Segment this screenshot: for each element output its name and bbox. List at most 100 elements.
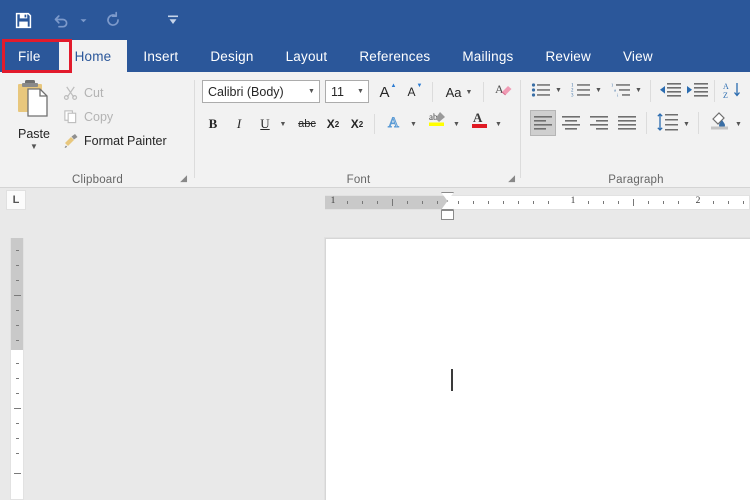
change-case-button[interactable]: Aa ▼ <box>440 80 478 104</box>
strikethrough-button[interactable]: abc <box>294 112 320 136</box>
ribbon-tab-strip: File Home Insert Design Layout Reference… <box>0 40 750 72</box>
cut-label: Cut <box>84 85 104 100</box>
svg-text:A: A <box>495 82 504 96</box>
font-size-combobox[interactable]: 11 ▼ <box>325 80 369 103</box>
svg-text:1: 1 <box>611 83 613 88</box>
font-name-combobox[interactable]: Calibri (Body) ▼ <box>202 80 320 103</box>
tab-layout[interactable]: Layout <box>270 40 344 72</box>
horizontal-ruler[interactable]: 1 1 2 <box>325 195 750 210</box>
grow-font-button[interactable]: A ▲ <box>376 80 400 104</box>
paste-icon <box>14 78 54 125</box>
font-color-icon: A <box>472 110 487 128</box>
align-left-icon <box>534 116 552 130</box>
subscript-button[interactable]: X2 <box>322 112 344 136</box>
justify-button[interactable] <box>614 110 640 136</box>
multilevel-list-button[interactable]: 1 a i <box>610 78 632 102</box>
tab-references[interactable]: References <box>343 40 446 72</box>
superscript-icon: X <box>350 117 359 131</box>
numbering-button[interactable]: 1 2 3 <box>570 78 592 102</box>
text-effects-icon: A <box>388 115 400 132</box>
ruler-left-margin <box>325 196 447 209</box>
italic-button[interactable]: I <box>228 112 250 136</box>
clear-formatting-button[interactable]: A <box>490 78 516 102</box>
tab-design[interactable]: Design <box>194 40 269 72</box>
underline-chevron-down-icon[interactable]: ▼ <box>276 112 290 136</box>
ruler-bar: L 1 1 2 <box>0 188 750 230</box>
format-painter-icon <box>62 132 79 149</box>
align-left-button[interactable] <box>530 110 556 136</box>
change-case-chevron-down-icon[interactable]: ▼ <box>465 89 472 96</box>
numbering-chevron-down-icon[interactable]: ▼ <box>592 78 605 102</box>
paste-button[interactable]: Paste ▼ <box>8 78 60 164</box>
text-effects-chevron-down-icon[interactable]: ▼ <box>407 112 420 136</box>
text-cursor <box>451 369 453 391</box>
redo-icon[interactable] <box>98 6 128 34</box>
grow-font-arrow-icon: ▲ <box>390 83 397 89</box>
tab-insert[interactable]: Insert <box>127 40 194 72</box>
copy-button[interactable]: Copy <box>62 108 113 125</box>
customize-qat-icon[interactable] <box>158 6 188 34</box>
text-highlight-button[interactable]: ab <box>425 108 451 132</box>
left-tab-stop-icon[interactable]: L <box>6 190 26 210</box>
grow-font-icon: A <box>379 83 390 101</box>
vertical-ruler-top-margin <box>11 238 23 350</box>
bullets-chevron-down-icon[interactable]: ▼ <box>552 78 565 102</box>
superscript-button[interactable]: X2 <box>346 112 368 136</box>
shrink-font-icon: A <box>407 85 416 99</box>
paragraph-group-label: Paragraph <box>608 174 664 186</box>
cut-button[interactable]: Cut <box>62 84 103 101</box>
svg-text:a: a <box>614 88 616 93</box>
tab-view[interactable]: View <box>607 40 669 72</box>
shrink-font-arrow-icon: ▼ <box>416 83 423 89</box>
tab-home[interactable]: Home <box>58 40 128 72</box>
align-center-button[interactable] <box>558 110 584 136</box>
multilevel-list-chevron-down-icon[interactable]: ▼ <box>632 78 645 102</box>
shading-button[interactable] <box>706 108 732 132</box>
left-indent-marker[interactable] <box>441 210 454 220</box>
svg-text:i: i <box>617 93 619 98</box>
font-size-chevron-down-icon[interactable]: ▼ <box>353 88 368 95</box>
svg-text:A: A <box>473 110 483 125</box>
clipboard-dialog-launcher-icon[interactable]: ◢ <box>180 173 187 184</box>
align-right-button[interactable] <box>586 110 612 136</box>
paste-caret-icon[interactable]: ▼ <box>30 142 38 151</box>
save-icon[interactable] <box>8 6 38 34</box>
tab-review[interactable]: Review <box>529 40 606 72</box>
undo-icon[interactable] <box>46 6 76 34</box>
font-dialog-launcher-icon[interactable]: ◢ <box>508 173 515 184</box>
increase-indent-icon <box>687 83 708 97</box>
vertical-ruler[interactable] <box>10 238 24 500</box>
increase-indent-button[interactable] <box>685 78 709 102</box>
ribbon-group-font: Calibri (Body) ▼ 11 ▼ A ▲ A ▼ Aa ▼ A B I… <box>196 72 521 188</box>
font-color-button[interactable]: A <box>468 108 492 132</box>
tab-mailings[interactable]: Mailings <box>446 40 529 72</box>
format-painter-button[interactable]: Format Painter <box>62 132 167 149</box>
justify-icon <box>618 116 636 130</box>
text-highlight-chevron-down-icon[interactable]: ▼ <box>450 112 463 136</box>
copy-icon <box>62 108 79 125</box>
underline-button[interactable]: U <box>254 112 276 136</box>
font-name-chevron-down-icon[interactable]: ▼ <box>304 88 319 95</box>
ruler-number: 1 <box>330 196 336 206</box>
line-spacing-button[interactable] <box>654 110 680 134</box>
shading-chevron-down-icon[interactable]: ▼ <box>732 112 745 136</box>
undo-dropdown-icon[interactable] <box>76 6 90 34</box>
tab-file[interactable]: File <box>0 40 59 72</box>
line-spacing-chevron-down-icon[interactable]: ▼ <box>680 112 693 136</box>
bullets-button[interactable] <box>530 78 552 102</box>
cut-icon <box>62 84 79 101</box>
word-window: File Home Insert Design Layout Reference… <box>0 0 750 500</box>
font-color-chevron-down-icon[interactable]: ▼ <box>492 112 505 136</box>
ribbon-group-paragraph: ▼ 1 2 3 ▼ 1 a i ▼ A Z ▼ ▼ Paragraph <box>522 72 750 188</box>
line-spacing-icon <box>657 113 678 131</box>
shrink-font-button[interactable]: A ▼ <box>403 80 427 104</box>
decrease-indent-button[interactable] <box>658 78 682 102</box>
document-page[interactable] <box>325 238 750 500</box>
bold-button[interactable]: B <box>202 112 224 136</box>
format-painter-label: Format Painter <box>84 133 167 148</box>
quick-access-toolbar <box>0 0 188 40</box>
ruler-number: 1 <box>570 196 576 206</box>
align-right-icon <box>590 116 608 130</box>
text-effects-button[interactable]: A <box>382 110 408 134</box>
sort-button[interactable]: A Z <box>722 78 746 102</box>
